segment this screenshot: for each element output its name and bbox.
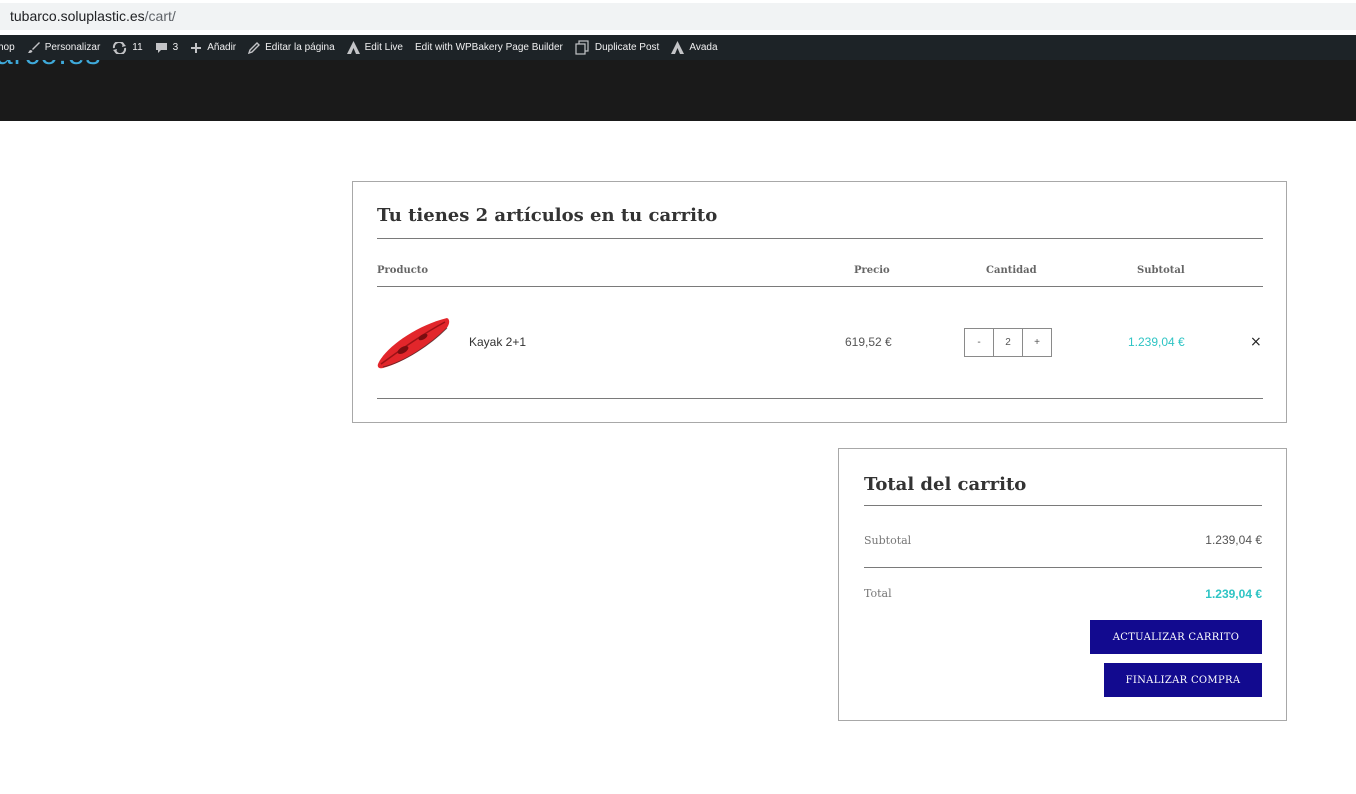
divider (377, 286, 1263, 287)
pencil-icon (248, 41, 261, 54)
cart-title: Tu tienes 2 artículos en tu carrito (377, 205, 718, 226)
quantity-stepper: - 2 + (964, 328, 1052, 357)
adminbar-edit-page[interactable]: Editar la página (248, 41, 335, 54)
adminbar-wpbakery-label: Edit with WPBakery Page Builder (415, 42, 563, 53)
divider (864, 505, 1262, 506)
comments-count: 3 (172, 42, 179, 53)
total-label: Total (864, 587, 892, 600)
brush-icon (27, 42, 40, 53)
adminbar-duplicate[interactable]: Duplicate Post (575, 40, 659, 55)
updates-count: 11 (132, 42, 143, 53)
avada-icon (346, 41, 360, 54)
cart-panel: Tu tienes 2 artículos en tu carrito Prod… (352, 181, 1287, 423)
browser-url-bar: tubarco.soluplastic.es/cart/ (0, 0, 1356, 34)
comment-icon (155, 42, 167, 53)
column-header-price: Precio (854, 265, 890, 276)
adminbar-add-new[interactable]: Añadir (190, 42, 236, 54)
adminbar-add-new-label: Añadir (207, 42, 237, 53)
adminbar-customize-label: Personalizar (44, 42, 101, 53)
divider (377, 238, 1263, 239)
quantity-increase-button[interactable]: + (1023, 329, 1051, 356)
adminbar-updates[interactable]: 11 (112, 41, 143, 54)
product-price: 619,52 € (845, 335, 892, 349)
adminbar-edit-live[interactable]: Edit Live (346, 41, 403, 54)
adminbar-customize[interactable]: Personalizar (27, 41, 101, 54)
avada-logo-icon (671, 41, 685, 54)
total-value: 1.239,04 € (1205, 587, 1262, 601)
adminbar-comments[interactable]: 3 (155, 42, 179, 54)
remove-item-icon[interactable]: × (1250, 335, 1262, 349)
cart-totals-panel: Total del carrito Subtotal 1.239,04 € To… (838, 448, 1287, 721)
adminbar-wpbakery[interactable]: Edit with WPBakery Page Builder (415, 42, 563, 53)
adminbar-shop-label: hop (0, 42, 15, 53)
url-path: /cart/ (144, 8, 176, 24)
quantity-decrease-button[interactable]: - (965, 329, 993, 356)
divider (377, 398, 1263, 399)
product-name-link[interactable]: Kayak 2+1 (469, 335, 526, 349)
site-logo[interactable]: arco.es (0, 60, 101, 72)
adminbar-avada[interactable]: Avada (671, 41, 718, 54)
site-header: arco.es (0, 60, 1356, 121)
update-cart-button[interactable]: ACTUALIZAR CARRITO (1090, 620, 1262, 654)
column-header-subtotal: Subtotal (1137, 265, 1185, 276)
adminbar-duplicate-label: Duplicate Post (594, 42, 660, 53)
product-thumbnail-kayak[interactable] (375, 314, 451, 372)
subtotal-label: Subtotal (864, 534, 912, 547)
divider (864, 567, 1262, 568)
quantity-input[interactable]: 2 (993, 329, 1023, 356)
refresh-icon (113, 41, 127, 54)
row-subtotal: 1.239,04 € (1128, 335, 1185, 349)
duplicate-icon (575, 40, 589, 55)
checkout-button[interactable]: FINALIZAR COMPRA (1104, 663, 1262, 697)
adminbar-avada-label: Avada (689, 42, 718, 53)
column-header-quantity: Cantidad (986, 265, 1037, 276)
subtotal-value: 1.239,04 € (1205, 533, 1262, 547)
adminbar-edit-live-label: Edit Live (364, 42, 403, 53)
adminbar-shop[interactable]: hop (0, 42, 15, 53)
plus-icon (191, 42, 202, 53)
address-field[interactable]: tubarco.soluplastic.es/cart/ (0, 3, 1356, 30)
cart-totals-title: Total del carrito (864, 474, 1027, 495)
wp-admin-bar: hop Personalizar 11 3 Añadir Editar la p… (0, 35, 1356, 60)
column-header-product: Producto (377, 265, 429, 276)
adminbar-edit-page-label: Editar la página (265, 42, 335, 53)
url-domain: tubarco.soluplastic.es (10, 8, 145, 24)
